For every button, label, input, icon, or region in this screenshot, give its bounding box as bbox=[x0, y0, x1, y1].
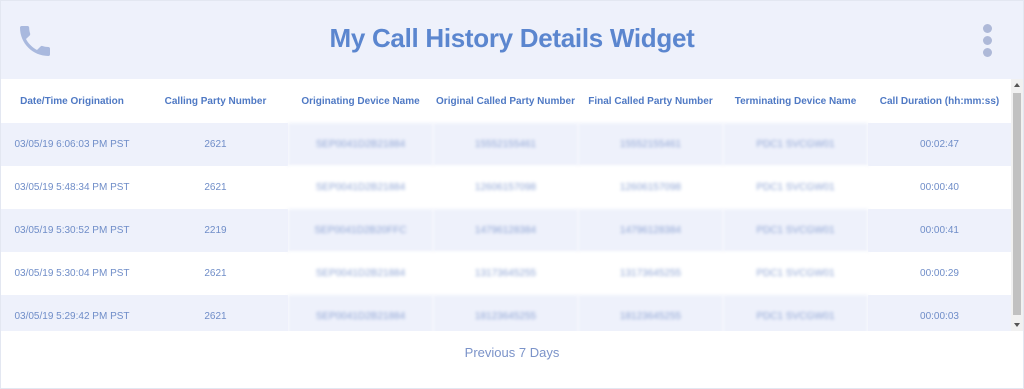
table-scrollbar[interactable] bbox=[1011, 79, 1023, 331]
column-header-final-called-party[interactable]: Final Called Party Number bbox=[578, 79, 723, 123]
table-row[interactable]: 03/05/19 6:06:03 PM PST 2621 SEP0041D2B2… bbox=[1, 123, 1011, 166]
cell-datetime: 03/05/19 5:48:34 PM PST bbox=[1, 166, 143, 209]
previous-7-days-link[interactable]: Previous 7 Days bbox=[465, 345, 560, 360]
cell-call-duration: 00:00:41 bbox=[868, 209, 1011, 252]
cell-originating-device: SEP0041D2B21884 bbox=[288, 252, 433, 295]
cell-terminating-device: PDC1 SVCGW01 bbox=[723, 166, 868, 209]
cell-call-duration: 00:00:40 bbox=[868, 166, 1011, 209]
cell-call-duration: 00:02:47 bbox=[868, 123, 1011, 166]
cell-terminating-device: PDC1 SVCGW01 bbox=[723, 295, 868, 331]
cell-datetime: 03/05/19 5:30:52 PM PST bbox=[1, 209, 143, 252]
cell-original-called-party: 12606157098 bbox=[433, 166, 578, 209]
menu-dot bbox=[983, 48, 992, 57]
more-vertical-icon[interactable] bbox=[978, 21, 996, 61]
cell-call-duration: 00:00:03 bbox=[868, 295, 1011, 331]
widget-header: My Call History Details Widget bbox=[1, 1, 1023, 79]
call-history-widget: My Call History Details Widget Date/Time… bbox=[0, 0, 1024, 389]
cell-originating-device: SEP0041D2B21884 bbox=[288, 123, 433, 166]
table-header-row: Date/Time Origination Calling Party Numb… bbox=[1, 79, 1011, 123]
column-header-original-called-party[interactable]: Original Called Party Number bbox=[433, 79, 578, 123]
column-header-originating-device[interactable]: Originating Device Name bbox=[288, 79, 433, 123]
cell-calling-party: 2219 bbox=[143, 209, 288, 252]
cell-original-called-party: 14796128384 bbox=[433, 209, 578, 252]
cell-original-called-party: 15552155461 bbox=[433, 123, 578, 166]
cell-datetime: 03/05/19 6:06:03 PM PST bbox=[1, 123, 143, 166]
cell-terminating-device: PDC1 SVCGW01 bbox=[723, 123, 868, 166]
widget-title: My Call History Details Widget bbox=[329, 23, 695, 53]
cell-original-called-party: 18123645255 bbox=[433, 295, 578, 331]
scroll-down-arrow-icon[interactable] bbox=[1014, 323, 1020, 327]
cell-calling-party: 2621 bbox=[143, 252, 288, 295]
call-history-table-container: Date/Time Origination Calling Party Numb… bbox=[1, 79, 1011, 331]
scroll-up-arrow-icon[interactable] bbox=[1014, 83, 1020, 87]
widget-footer: Previous 7 Days bbox=[1, 331, 1023, 377]
cell-final-called-party: 14796128384 bbox=[578, 209, 723, 252]
table-row[interactable]: 03/05/19 5:48:34 PM PST 2621 SEP0041D2B2… bbox=[1, 166, 1011, 209]
cell-terminating-device: PDC1 SVCGW01 bbox=[723, 252, 868, 295]
column-header-call-duration[interactable]: Call Duration (hh:mm:ss) bbox=[868, 79, 1011, 123]
cell-call-duration: 00:00:29 bbox=[868, 252, 1011, 295]
scrollbar-thumb[interactable] bbox=[1013, 93, 1021, 315]
column-header-calling-party[interactable]: Calling Party Number bbox=[143, 79, 288, 123]
cell-final-called-party: 18123645255 bbox=[578, 295, 723, 331]
cell-calling-party: 2621 bbox=[143, 295, 288, 331]
cell-final-called-party: 15552155461 bbox=[578, 123, 723, 166]
cell-datetime: 03/05/19 5:29:42 PM PST bbox=[1, 295, 143, 331]
cell-datetime: 03/05/19 5:30:04 PM PST bbox=[1, 252, 143, 295]
column-header-datetime[interactable]: Date/Time Origination bbox=[1, 79, 143, 123]
cell-terminating-device: PDC1 SVCGW01 bbox=[723, 209, 868, 252]
menu-dot bbox=[983, 36, 992, 45]
column-header-terminating-device[interactable]: Terminating Device Name bbox=[723, 79, 868, 123]
table-row[interactable]: 03/05/19 5:30:04 PM PST 2621 SEP0041D2B2… bbox=[1, 252, 1011, 295]
cell-final-called-party: 12606157098 bbox=[578, 166, 723, 209]
call-history-table: Date/Time Origination Calling Party Numb… bbox=[1, 79, 1011, 331]
cell-originating-device: SEP0041D2B21884 bbox=[288, 295, 433, 331]
table-row[interactable]: 03/05/19 5:29:42 PM PST 2621 SEP0041D2B2… bbox=[1, 295, 1011, 331]
cell-originating-device: SEP0041D2B21884 bbox=[288, 166, 433, 209]
table-row[interactable]: 03/05/19 5:30:52 PM PST 2219 SEP0041D2B2… bbox=[1, 209, 1011, 252]
menu-dot bbox=[983, 24, 992, 33]
cell-calling-party: 2621 bbox=[143, 166, 288, 209]
cell-originating-device: SEP0041D2B20FFC bbox=[288, 209, 433, 252]
cell-original-called-party: 13173645255 bbox=[433, 252, 578, 295]
cell-calling-party: 2621 bbox=[143, 123, 288, 166]
cell-final-called-party: 13173645255 bbox=[578, 252, 723, 295]
